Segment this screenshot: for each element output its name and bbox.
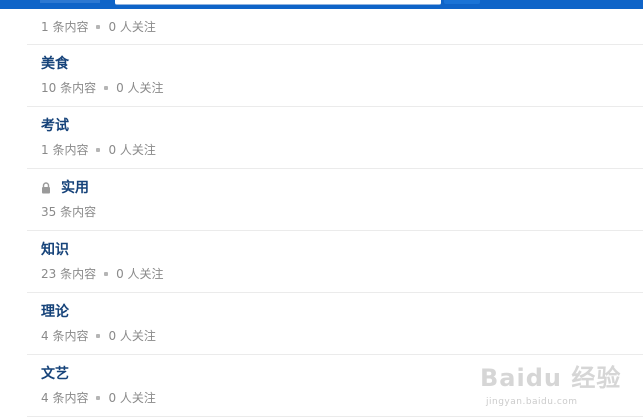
lock-icon xyxy=(42,182,50,194)
content-count: 10 条内容 xyxy=(41,81,97,95)
item-meta: 23 条内容 0 人关注 xyxy=(41,266,164,282)
top-navigation-bar xyxy=(0,0,643,9)
separator-dot xyxy=(104,85,109,90)
content-count: 35 条内容 xyxy=(41,205,97,219)
separator-dot xyxy=(96,395,101,400)
separator-dot xyxy=(96,333,101,338)
divider xyxy=(27,230,643,231)
item-meta: 4 条内容 0 人关注 xyxy=(41,390,156,406)
item-meta: 1 条内容 0 人关注 xyxy=(41,142,156,158)
divider xyxy=(27,44,643,45)
content-count: 1 条内容 xyxy=(41,143,89,157)
follower-count: 0 人关注 xyxy=(116,267,164,281)
divider xyxy=(27,106,643,107)
watermark-url: jingyan.baidu.com xyxy=(486,397,578,407)
search-input[interactable] xyxy=(115,0,441,5)
divider xyxy=(27,168,643,169)
item-meta: 4 条内容 0 人关注 xyxy=(41,328,156,344)
search-button[interactable] xyxy=(444,0,480,4)
content-count: 23 条内容 xyxy=(41,267,97,281)
follower-count: 0 人关注 xyxy=(108,20,156,34)
follower-count: 0 人关注 xyxy=(116,81,164,95)
follower-count: 0 人关注 xyxy=(108,391,156,405)
item-title[interactable]: 文艺 xyxy=(41,365,69,383)
item-meta: 10 条内容 0 人关注 xyxy=(41,80,164,96)
item-meta: 35 条内容 xyxy=(41,204,96,220)
baidu-jingyan-watermark: Baidu 经验 jingyan.baidu.com xyxy=(470,350,640,416)
watermark-brand: Baidu 经验 xyxy=(480,364,622,392)
item-meta: 1 条内容 0 人关注 xyxy=(41,19,156,35)
item-title[interactable]: 理论 xyxy=(41,303,69,321)
item-title[interactable]: 知识 xyxy=(41,241,69,259)
item-title[interactable]: 考试 xyxy=(41,117,69,135)
divider xyxy=(27,416,643,417)
content-count: 1 条内容 xyxy=(41,20,89,34)
item-title[interactable]: 美食 xyxy=(41,55,69,73)
follower-count: 0 人关注 xyxy=(108,143,156,157)
separator-dot xyxy=(104,271,109,276)
follower-count: 0 人关注 xyxy=(108,329,156,343)
content-count: 4 条内容 xyxy=(41,391,89,405)
separator-dot xyxy=(96,24,101,29)
separator-dot xyxy=(96,147,101,152)
content-count: 4 条内容 xyxy=(41,329,89,343)
logo-fragment xyxy=(40,0,100,3)
item-title[interactable]: 实用 xyxy=(61,179,89,197)
divider xyxy=(27,292,643,293)
